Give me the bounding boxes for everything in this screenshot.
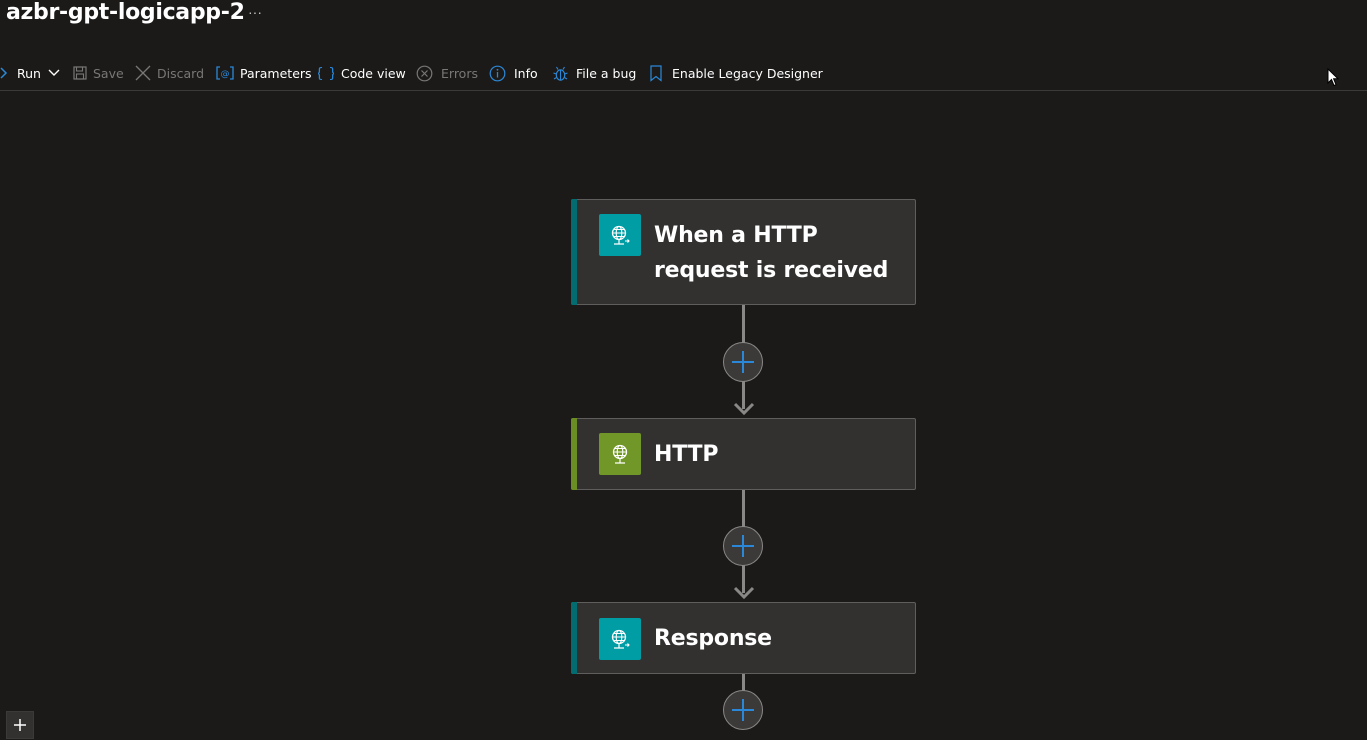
file-bug-label: File a bug: [576, 65, 637, 81]
connector-arrow-icon: [733, 586, 755, 600]
insert-step-button[interactable]: [723, 526, 763, 566]
parameters-label: Parameters: [240, 65, 312, 81]
file-bug-button[interactable]: File a bug: [552, 63, 636, 83]
errors-label: Errors: [441, 65, 478, 81]
save-button[interactable]: Save: [73, 63, 124, 83]
legacy-designer-button[interactable]: Enable Legacy Designer: [650, 63, 823, 83]
error-circle-icon: [416, 65, 433, 81]
trigger-card-http-request[interactable]: When a HTTP request is received: [571, 199, 916, 305]
mouse-cursor-icon: [1327, 68, 1339, 87]
zoom-in-button[interactable]: [6, 711, 34, 739]
more-options-button[interactable]: ···: [248, 4, 262, 20]
http-response-icon: [599, 618, 641, 660]
plus-icon: [732, 535, 754, 557]
parameters-button[interactable]: @ Parameters: [216, 63, 312, 83]
connector-arrow-icon: [733, 402, 755, 416]
card-accent-bar: [571, 418, 577, 490]
bookmark-icon: [650, 64, 662, 82]
plus-icon: [14, 719, 26, 731]
info-label: Info: [514, 65, 538, 81]
insert-step-button[interactable]: [723, 342, 763, 382]
run-icon: [0, 67, 8, 79]
legacy-designer-label: Enable Legacy Designer: [672, 65, 823, 81]
action-card-http[interactable]: HTTP: [571, 418, 916, 490]
insert-step-button[interactable]: [723, 690, 763, 730]
svg-text:@: @: [221, 70, 230, 80]
info-button[interactable]: Info: [489, 63, 538, 83]
save-label: Save: [93, 65, 124, 81]
title-bar: azbr-gpt-logicapp-2 ···: [0, 0, 1367, 50]
card-title: Response: [654, 626, 772, 651]
card-accent-bar: [571, 602, 577, 674]
card-title: When a HTTP request is received: [654, 223, 889, 283]
discard-button[interactable]: Discard: [135, 63, 204, 83]
page-title: azbr-gpt-logicapp-2: [6, 0, 245, 25]
code-braces-icon: { }: [318, 66, 334, 81]
card-title: HTTP: [654, 442, 719, 467]
plus-icon: [732, 351, 754, 373]
close-icon: [135, 65, 151, 81]
code-view-button[interactable]: { } Code view: [318, 63, 406, 83]
info-icon: [489, 65, 506, 81]
svg-text:{ }: { }: [318, 66, 334, 81]
http-globe-icon: [599, 433, 641, 475]
bug-icon: [553, 66, 568, 81]
run-button[interactable]: Run: [0, 63, 60, 83]
save-icon: [73, 66, 87, 80]
card-accent-bar: [571, 199, 577, 305]
errors-button[interactable]: Errors: [416, 63, 478, 83]
plus-icon: [732, 699, 754, 721]
designer-toolbar: Run Save Discard @ Parameters { } Code v…: [0, 56, 1367, 91]
discard-label: Discard: [157, 65, 204, 81]
run-label: Run: [17, 65, 41, 81]
http-request-icon: [599, 214, 641, 256]
code-view-label: Code view: [341, 65, 406, 81]
parameters-icon: @: [216, 66, 234, 80]
action-card-response[interactable]: Response: [571, 602, 916, 674]
chevron-down-icon[interactable]: [48, 69, 60, 77]
